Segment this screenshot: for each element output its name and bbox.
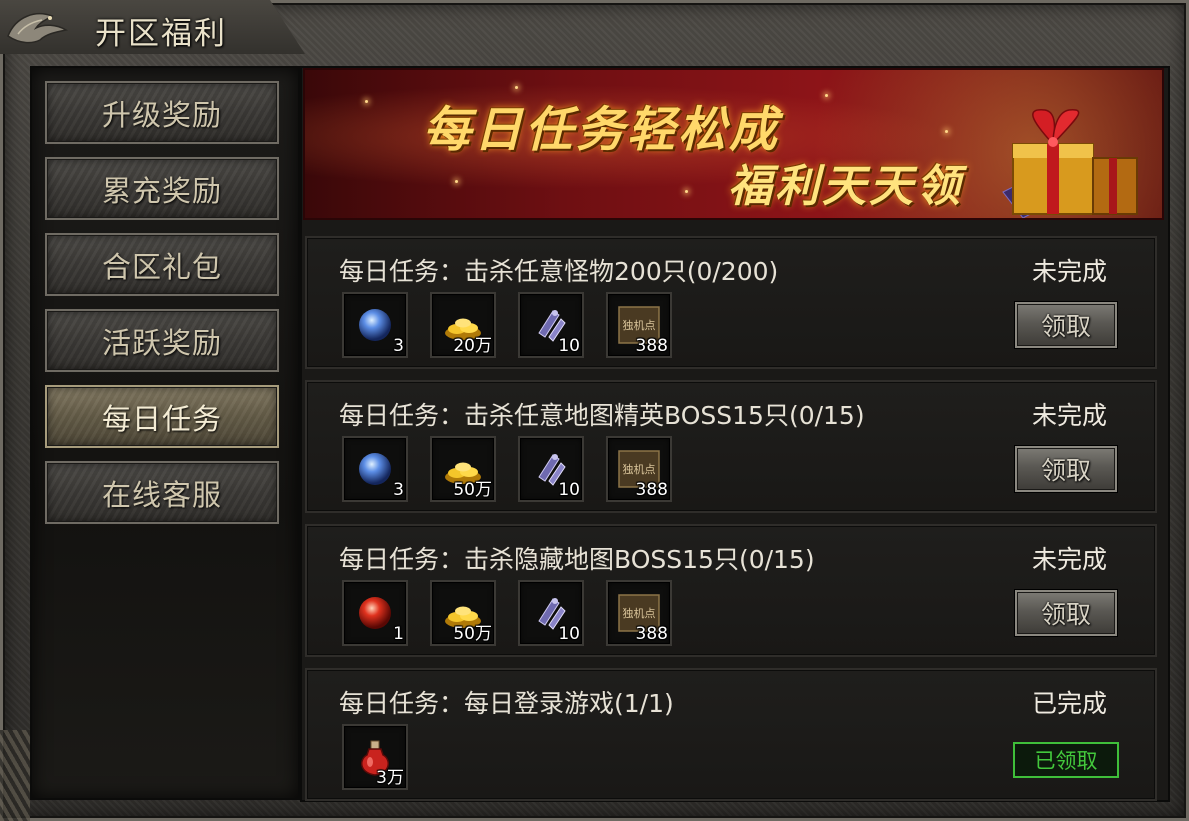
- sidebar-item-recharge-reward[interactable]: 累充奖励: [45, 157, 279, 220]
- sidebar-item-activity-reward[interactable]: 活跃奖励: [45, 309, 279, 372]
- sidebar-item-daily-tasks[interactable]: 每日任务: [45, 385, 279, 448]
- frame-dragon-ornament: [0, 730, 30, 821]
- reward-slot[interactable]: 10: [518, 580, 584, 646]
- banner-headline: 每日任务轻松成: [423, 102, 781, 158]
- dragon-emblem-icon: [7, 13, 69, 44]
- reward-slot[interactable]: 独机点 388: [606, 436, 672, 502]
- reward-slot[interactable]: 20万: [430, 292, 496, 358]
- reward-count: 10: [558, 336, 580, 356]
- task-status: 未完成: [1031, 545, 1107, 574]
- points-card-label: 独机点: [623, 462, 656, 476]
- reward-slot[interactable]: 独机点 388: [606, 580, 672, 646]
- sidebar-item-label: 累充奖励: [101, 173, 222, 208]
- reward-count: 50万: [453, 480, 492, 500]
- sidebar-item-label: 升级奖励: [101, 97, 222, 132]
- task-title: 每日任务：击杀隐藏地图BOSS15只(0/15): [339, 545, 815, 574]
- reward-count: 388: [635, 624, 668, 644]
- reward-count: 10: [558, 624, 580, 644]
- reward-slot[interactable]: 3: [342, 292, 408, 358]
- task-row: 每日任务：每日登录游戏(1/1) 已完成 3万 已领取: [305, 668, 1157, 801]
- reward-count: 3万: [376, 768, 404, 788]
- sidebar-item-label: 活跃奖励: [101, 325, 222, 360]
- sparkle: [365, 100, 368, 103]
- reward-count: 10: [558, 480, 580, 500]
- blue-orb-icon: [359, 309, 391, 341]
- sidebar-item-merge-gift[interactable]: 合区礼包: [45, 233, 279, 296]
- reward-slot[interactable]: 50万: [430, 580, 496, 646]
- claim-button-label: 领取: [1040, 312, 1091, 341]
- reward-slot[interactable]: 1: [342, 580, 408, 646]
- banner-subheadline: 福利天天领: [728, 161, 963, 212]
- points-card-label: 独机点: [623, 318, 656, 332]
- task-title: 每日任务：击杀任意地图精英BOSS15只(0/15): [339, 401, 865, 430]
- claim-button[interactable]: 领取: [1015, 446, 1117, 492]
- sidebar-item-upgrade-reward[interactable]: 升级奖励: [45, 81, 279, 144]
- window-title: 开区福利: [95, 16, 227, 52]
- sparkle: [455, 180, 458, 183]
- claimed-badge-label: 已领取: [1034, 749, 1098, 773]
- reward-count: 1: [393, 624, 404, 644]
- sparkle: [945, 130, 948, 133]
- reward-count: 20万: [453, 336, 492, 356]
- sparkle: [825, 94, 828, 97]
- claim-button-label: 领取: [1040, 600, 1091, 629]
- task-status: 未完成: [1031, 401, 1107, 430]
- task-title: 每日任务：击杀任意怪物200只(0/200): [339, 257, 779, 286]
- sidebar-item-online-support[interactable]: 在线客服: [45, 461, 279, 524]
- points-card-label: 独机点: [623, 606, 656, 620]
- sidebar-item-label: 每日任务: [101, 401, 222, 436]
- sidebar-item-label: 合区礼包: [101, 249, 222, 284]
- reward-slot[interactable]: 10: [518, 292, 584, 358]
- task-status: 未完成: [1031, 257, 1107, 286]
- sidebar-item-label: 在线客服: [101, 477, 222, 512]
- task-row: 每日任务：击杀任意怪物200只(0/200) 未完成 3 20万 10 独机点 …: [305, 236, 1157, 369]
- claimed-badge: 已领取: [1013, 742, 1119, 778]
- reward-slot[interactable]: 50万: [430, 436, 496, 502]
- reward-count: 3: [393, 336, 404, 356]
- reward-slot[interactable]: 3万: [342, 724, 408, 790]
- gift-box-icon: [1002, 109, 1138, 218]
- claim-button[interactable]: 领取: [1015, 590, 1117, 636]
- red-orb-icon: [359, 597, 391, 629]
- claim-button[interactable]: 领取: [1015, 302, 1117, 348]
- reward-slot[interactable]: 独机点 388: [606, 292, 672, 358]
- reward-count: 50万: [453, 624, 492, 644]
- sparkle: [515, 86, 518, 89]
- sparkle: [685, 190, 688, 193]
- task-status: 已完成: [1031, 689, 1107, 718]
- promo-banner: 每日任务轻松成 福利天天领: [303, 68, 1164, 220]
- reward-slot[interactable]: 3: [342, 436, 408, 502]
- claim-button-label: 领取: [1040, 456, 1091, 485]
- blue-orb-icon: [359, 453, 391, 485]
- reward-count: 388: [635, 480, 668, 500]
- reward-slot[interactable]: 10: [518, 436, 584, 502]
- task-row: 每日任务：击杀任意地图精英BOSS15只(0/15) 未完成 3 50万 10 …: [305, 380, 1157, 513]
- task-row: 每日任务：击杀隐藏地图BOSS15只(0/15) 未完成 1 50万 10 独机…: [305, 524, 1157, 657]
- reward-count: 388: [635, 336, 668, 356]
- reward-count: 3: [393, 480, 404, 500]
- task-title: 每日任务：每日登录游戏(1/1): [339, 689, 674, 718]
